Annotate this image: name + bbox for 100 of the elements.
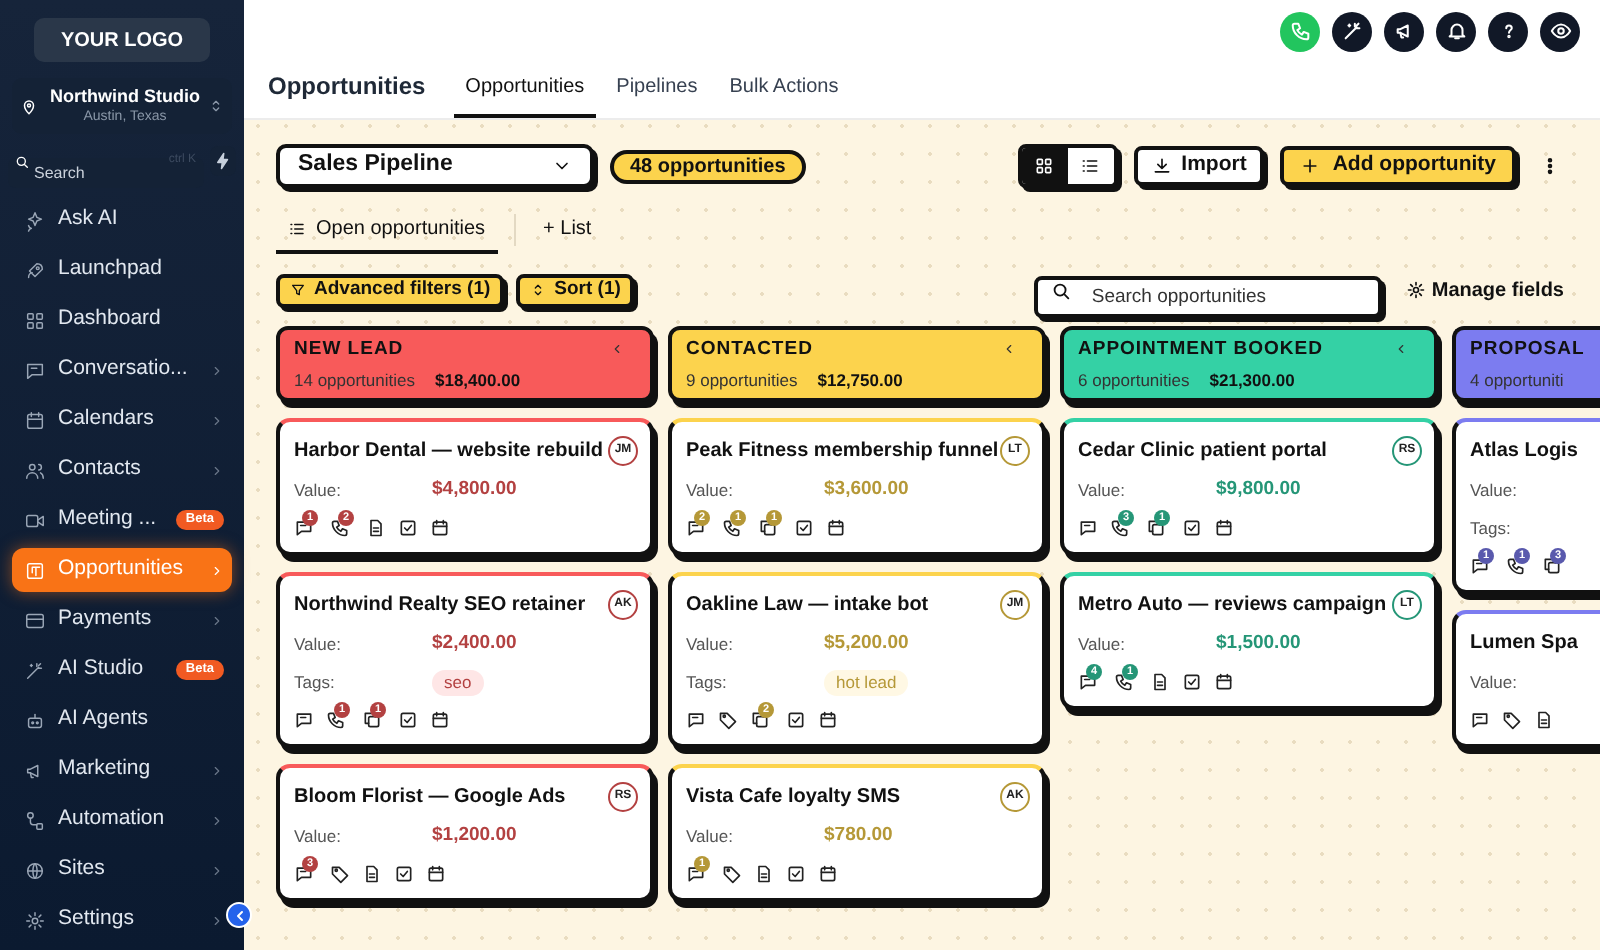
eye-icon (1549, 20, 1571, 42)
card-title: Vista Cafe loyalty SMS (686, 783, 901, 811)
funnel-icon (290, 282, 306, 298)
list-tab[interactable]: Open opportunities (276, 206, 498, 254)
checkbox-icon (1182, 518, 1202, 538)
location-name: Northwind Studio (50, 84, 200, 108)
card-value: $3,600.00 (824, 475, 909, 504)
document-icon (1534, 710, 1554, 730)
nav-item[interactable]: Automation (12, 798, 232, 842)
nav-item[interactable]: Dashboard (12, 298, 232, 342)
page-title: Opportunities (268, 70, 426, 104)
tab[interactable]: Opportunities (453, 60, 597, 118)
card-value: $9,800.00 (1216, 475, 1301, 504)
bell-icon (1445, 20, 1467, 42)
tag-icon (330, 864, 350, 884)
value-label: Value: (686, 477, 735, 503)
document-icon (366, 518, 386, 538)
location-pin-icon (20, 97, 38, 115)
magic-wand-icon (24, 659, 46, 681)
megaphone-icon (1393, 20, 1415, 42)
checkbox-icon (394, 864, 414, 884)
nav-item[interactable]: Calendars (12, 398, 232, 442)
list-icon (288, 219, 306, 237)
phone-icon (326, 710, 346, 730)
logo-button[interactable]: YOUR LOGO (34, 18, 210, 62)
calendar-icon (426, 864, 446, 884)
copy-icon (362, 710, 382, 730)
copy-icon (758, 518, 778, 538)
nav-item[interactable]: Sites (12, 848, 232, 892)
plus-icon (1300, 156, 1321, 176)
search-icon (1049, 279, 1072, 301)
chevron-left-icon (231, 907, 247, 923)
nav-item[interactable]: Marketing (12, 748, 232, 792)
nav-item[interactable]: Contacts (12, 448, 232, 492)
column-title: CONTACTED (686, 335, 813, 363)
calendar-icon (1214, 672, 1234, 692)
top-action-button[interactable] (1488, 11, 1528, 51)
card-value: $4,800.00 (432, 475, 517, 504)
nav-item[interactable]: Settings (12, 898, 232, 942)
tab[interactable]: Pipelines (604, 60, 710, 118)
checkbox-icon (786, 710, 806, 730)
sort-button[interactable]: Sort (1) (516, 273, 635, 307)
chat-bubble-icon (294, 710, 314, 730)
chevron-right-icon (210, 613, 224, 627)
top-action-button[interactable] (1384, 11, 1424, 51)
calendar-icon (818, 864, 838, 884)
tag-icon (718, 710, 738, 730)
value-label: Value: (1078, 631, 1127, 657)
nav-item[interactable]: Conversatio... (12, 348, 232, 392)
checkbox-icon (398, 518, 418, 538)
chevron-left-icon (609, 342, 623, 357)
copy-icon (1542, 556, 1562, 576)
top-action-button[interactable] (1332, 11, 1372, 51)
tab[interactable]: Bulk Actions (717, 60, 851, 118)
collapse-button[interactable] (226, 902, 252, 928)
chevron-left-icon (1001, 342, 1015, 357)
opportunity-card[interactable]: Lumen Spa Value: (1452, 610, 1600, 748)
phone-icon (1506, 556, 1526, 576)
chevron-right-icon (210, 413, 224, 427)
search-field[interactable]: Search opportunities (1033, 275, 1382, 317)
tags-label: Tags: (1470, 515, 1513, 541)
card-value: $2,400.00 (432, 629, 517, 658)
nav-item[interactable]: Launchpad (12, 248, 232, 292)
chevron-right-icon (210, 913, 224, 927)
add-opportunity-button[interactable]: Add opportunity (1280, 146, 1516, 186)
chevron-right-icon (210, 563, 224, 577)
nav-item[interactable]: Payments (12, 598, 232, 642)
import-button[interactable]: Import (1133, 146, 1265, 186)
chat-bubble-icon (1470, 556, 1490, 576)
manage-fields-button[interactable]: Manage fields (1405, 275, 1564, 305)
opportunity-count: 9 opportunities (686, 367, 798, 393)
chat-bubble-icon (294, 518, 314, 538)
chat-bubble-icon (24, 359, 46, 381)
up-down-icon (530, 282, 547, 298)
checkbox-icon (1182, 672, 1202, 692)
robot-icon (24, 709, 46, 731)
sparkle-icon (24, 209, 46, 231)
calendar-icon (430, 710, 450, 730)
phone-icon (1114, 672, 1134, 692)
checkbox-icon (398, 710, 418, 730)
nav-item[interactable]: AI Agents (12, 698, 232, 742)
copy-icon (1146, 518, 1166, 538)
view-toggle-button[interactable] (1021, 148, 1068, 184)
column-title: APPOINTMENT BOOKED (1078, 335, 1323, 363)
settings-icon (1405, 280, 1426, 300)
pipeline-dropdown[interactable]: Sales Pipeline (276, 144, 594, 188)
top-action-button[interactable] (1436, 11, 1476, 51)
top-action-button[interactable] (1540, 11, 1580, 51)
column-total: $18,400.00 (435, 367, 521, 393)
filter-button[interactable]: Advanced filters (1) (276, 273, 505, 307)
card-value: $5,200.00 (824, 629, 909, 658)
list-tab[interactable]: + List (531, 206, 604, 254)
chat-bubble-icon (686, 864, 706, 884)
nav-item[interactable]: Ask AI (12, 198, 232, 242)
chat-bubble-icon (686, 518, 706, 538)
chat-bubble-icon (1470, 710, 1490, 730)
tags-label: Tags: (686, 669, 729, 695)
board-icon (24, 559, 46, 581)
flow-icon (24, 809, 46, 831)
chevron-right-icon (210, 363, 224, 377)
